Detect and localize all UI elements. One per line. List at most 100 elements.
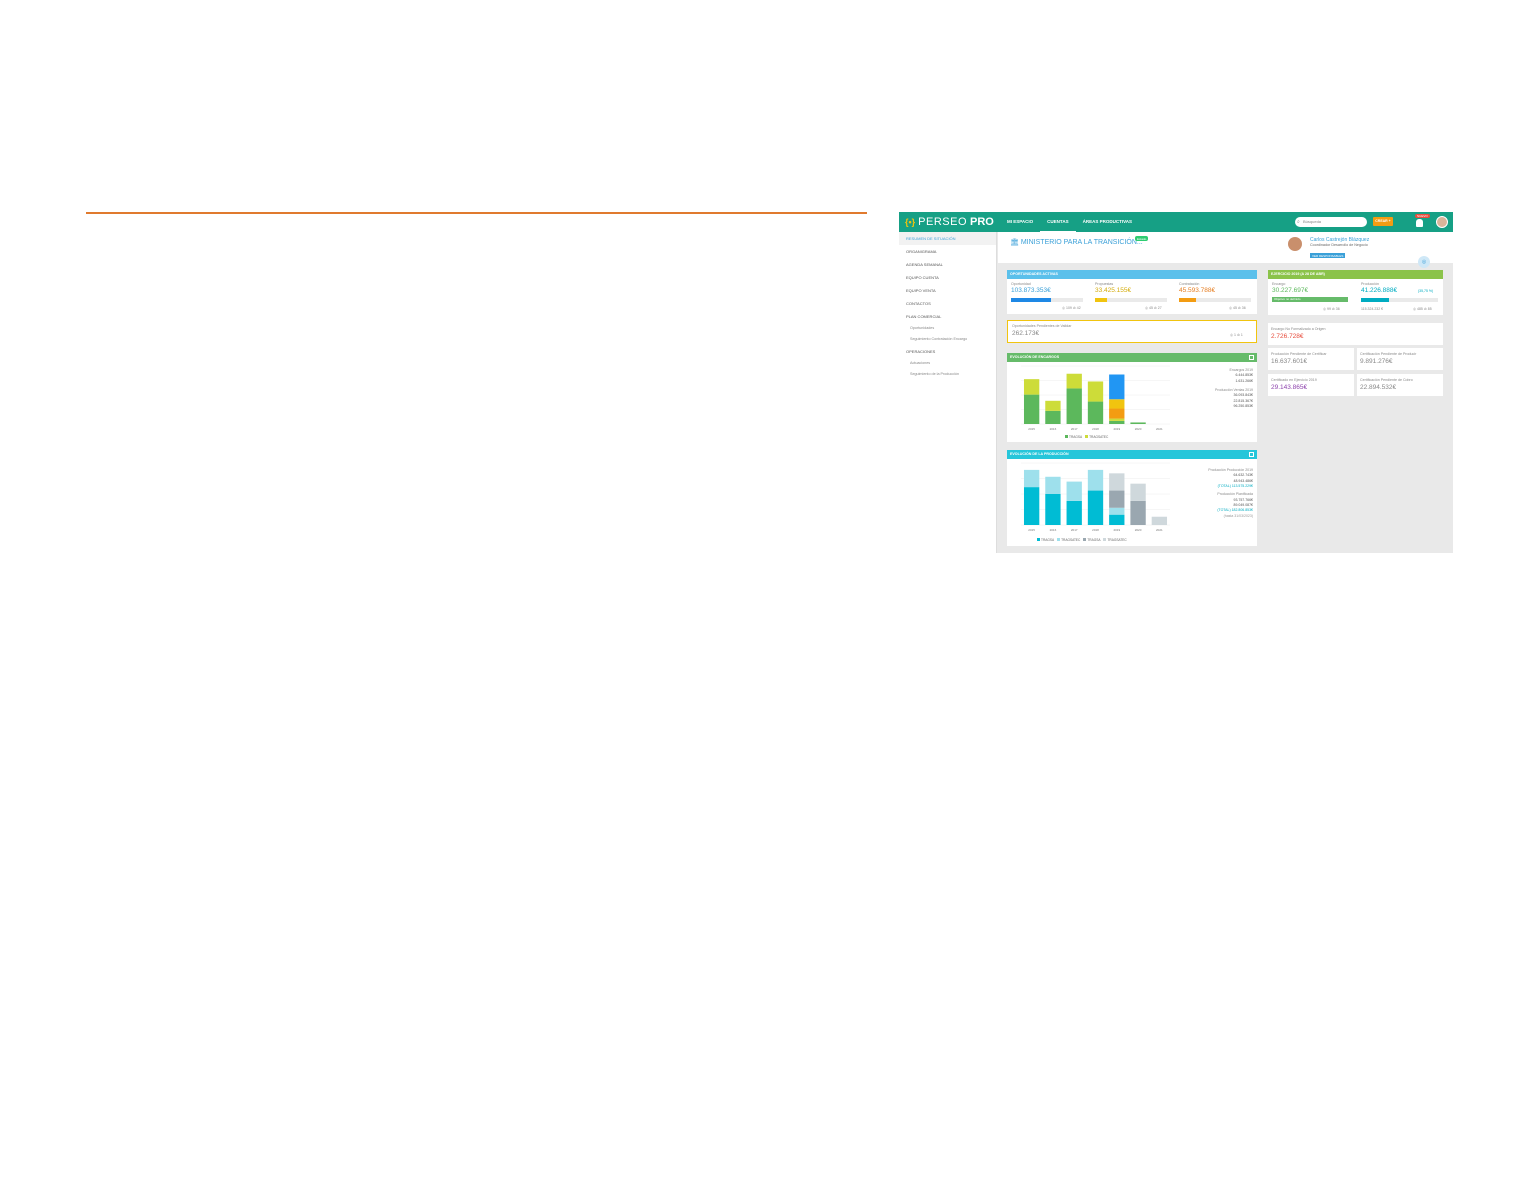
stat-card[interactable]: Certificado en Ejercicio 2019 29.143.865…: [1268, 374, 1354, 396]
produccion-progress: [1361, 298, 1438, 302]
bar-segment[interactable]: [1023, 394, 1040, 424]
ejercicio-card: EJERCICIO 2019 (A 28 DE ABR) Encargo 30.…: [1268, 270, 1443, 315]
encargos-chart-title: EVOLUCIÓN DE ENCARGOS: [1007, 353, 1257, 362]
app-logo[interactable]: {•} PERSEO PRO: [905, 216, 1000, 228]
help-icon[interactable]: ◎: [1418, 256, 1430, 268]
sidebar-item-equipo-cuenta[interactable]: EQUIPO CUENTA: [899, 271, 996, 284]
bar-segment[interactable]: [1109, 374, 1125, 400]
encargo-value[interactable]: 30.227.697€: [1272, 287, 1308, 294]
search-placeholder: Búsqueda: [1303, 219, 1322, 224]
legend-item[interactable]: TRAGSA: [1065, 435, 1082, 439]
table-icon[interactable]: [1249, 452, 1254, 457]
contratacion-progress: [1179, 298, 1251, 302]
bar-segment[interactable]: [1045, 410, 1061, 424]
bar-segment[interactable]: [1109, 408, 1125, 419]
search-icon: ⌕: [1297, 219, 1300, 225]
produccion-pct: (35,75 %): [1418, 289, 1434, 293]
legend-item[interactable]: TRAGSATEC: [1057, 538, 1080, 542]
oportunidad-value[interactable]: 103.873.353€: [1011, 287, 1051, 294]
x-tick-label: 2016: [1050, 427, 1057, 431]
legend-item[interactable]: TRAGSA: [1083, 538, 1100, 542]
bar-segment[interactable]: [1066, 373, 1082, 389]
bar-segment[interactable]: [1066, 481, 1082, 501]
search-input[interactable]: ⌕ Búsqueda: [1295, 217, 1367, 227]
sidebar-subitem-actuaciones[interactable]: Actuaciones: [899, 358, 996, 369]
create-button[interactable]: CREAR +: [1373, 217, 1393, 226]
bar-segment[interactable]: [1109, 490, 1125, 508]
side-stat-value: 22.815.367€: [1233, 398, 1253, 403]
encargos-legend: TRAGSA TRAGSATEC: [1065, 435, 1108, 439]
x-tick-label: 2019: [1113, 427, 1120, 431]
produccion-chart-card: EVOLUCIÓN DE LA PRODUCCIÓN 2015 2016 2017 2…: [1007, 450, 1257, 546]
x-tick-label: 2019: [1113, 528, 1120, 532]
x-tick-label: 2018: [1092, 528, 1099, 532]
encargos-chart-title-text: EVOLUCIÓN DE ENCARGOS: [1010, 355, 1060, 359]
stat-card[interactable]: Certificación Pendiente de Cobro 22.894.…: [1357, 374, 1443, 396]
bar-segment[interactable]: [1045, 476, 1061, 494]
sidebar-subitem-seguimiento-encargo[interactable]: Seguimiento Contratación Encargo: [899, 334, 996, 345]
table-icon[interactable]: [1249, 355, 1254, 360]
bar-segment[interactable]: [1151, 516, 1168, 525]
bar-segment[interactable]: [1109, 473, 1125, 491]
sidebar-subitem-seguimiento-produccion[interactable]: Seguimiento de la Producción: [899, 369, 996, 380]
bar-segment[interactable]: [1109, 420, 1125, 424]
legend-label: TRAGSA: [1069, 435, 1083, 439]
bar-segment[interactable]: [1023, 487, 1040, 525]
bar-segment[interactable]: [1066, 500, 1082, 525]
propuestas-progress: [1095, 298, 1167, 302]
oportunidad-progress: [1011, 298, 1083, 302]
bar-segment[interactable]: [1023, 379, 1040, 395]
bar-segment[interactable]: [1130, 422, 1146, 424]
bar-segment[interactable]: [1087, 401, 1104, 424]
oportunidad-count: ◎ 109 ⊘ 42: [1062, 306, 1081, 310]
bar-segment[interactable]: [1130, 500, 1146, 525]
pending-validation-card[interactable]: Oportunidades Pendientes de Validar 262.…: [1007, 320, 1257, 343]
legend-item[interactable]: TRAGSATEC: [1103, 538, 1127, 542]
sidebar-item-equipo-venta[interactable]: EQUIPO VENTA: [899, 284, 996, 297]
bar-segment[interactable]: [1087, 469, 1104, 491]
produccion-value[interactable]: 41.226.888€: [1361, 287, 1397, 294]
encargo-no-formalizado-card[interactable]: Encargo No Formalizado a Origen 2.726.72…: [1268, 323, 1443, 345]
sidebar-item-contactos[interactable]: CONTACTOS: [899, 297, 996, 310]
encargo-no-formalizado-label: Encargo No Formalizado a Origen: [1271, 327, 1326, 331]
stat-value: 22.894.532€: [1360, 384, 1397, 391]
sidebar-item-plan-comercial[interactable]: PLAN COMERCIAL: [899, 310, 996, 323]
side-stat-value: 48.943.486€: [1233, 478, 1253, 483]
contratacion-value[interactable]: 45.593.788€: [1179, 287, 1215, 294]
stat-card[interactable]: Producción Pendiente de Certificar 16.63…: [1268, 348, 1354, 370]
sidebar-subitem-oportunidades[interactable]: Oportunidades: [899, 323, 996, 334]
bar-segment[interactable]: [1087, 381, 1104, 402]
bar-segment[interactable]: [1087, 490, 1104, 525]
side-stat-value: 89.049.087€: [1233, 502, 1253, 507]
bar-segment[interactable]: [1023, 469, 1040, 488]
sidebar-item-agenda[interactable]: AGENDA SEMANAL: [899, 258, 996, 271]
produccion-legend: TRAGSA TRAGSATEC TRAGSA TRAGSATEC: [1037, 538, 1127, 542]
legend-swatch: [1085, 435, 1089, 438]
sidebar-item-resumen[interactable]: RESUMEN DE SITUACIÓN: [899, 232, 996, 245]
responsible-avatar: [1288, 237, 1302, 251]
bar-segment[interactable]: [1066, 388, 1082, 424]
bar-segment[interactable]: [1109, 507, 1125, 515]
view-responsibles-button[interactable]: VER RESPONSABLES: [1310, 253, 1346, 258]
legend-item[interactable]: TRAGSA: [1037, 538, 1054, 542]
stat-label: Producción Pendiente de Certificar: [1271, 352, 1327, 356]
bar-segment[interactable]: [1045, 400, 1061, 411]
bell-icon[interactable]: [1416, 219, 1423, 227]
sidebar-item-operaciones[interactable]: OPERACIONES: [899, 345, 996, 358]
user-avatar[interactable]: [1436, 216, 1448, 228]
nav-cuentas[interactable]: CUENTAS: [1040, 212, 1076, 232]
bar-segment[interactable]: [1109, 418, 1125, 421]
bar-segment[interactable]: [1130, 483, 1146, 501]
nav-areas-productivas[interactable]: ÁREAS PRODUCTIVAS: [1076, 212, 1139, 232]
bar-segment[interactable]: [1109, 399, 1125, 409]
logo-text: PERSEO: [918, 216, 968, 228]
side-stat-note: (hasta 31/03/2023): [1223, 513, 1253, 518]
bar-segment[interactable]: [1109, 514, 1125, 525]
stat-card[interactable]: Certificación Pendiente de Producir 9.89…: [1357, 348, 1443, 370]
propuestas-value[interactable]: 33.425.155€: [1095, 287, 1131, 294]
account-header: 🏛 MINISTERIO PARA LA TRANSICIÓN... Estad…: [998, 232, 1453, 263]
legend-item[interactable]: TRAGSATEC: [1085, 435, 1108, 439]
nav-mi-espacio[interactable]: MI ESPACIO: [1000, 212, 1040, 232]
bar-segment[interactable]: [1045, 494, 1061, 525]
sidebar-item-organigrama[interactable]: ORGANIGRAMA: [899, 245, 996, 258]
